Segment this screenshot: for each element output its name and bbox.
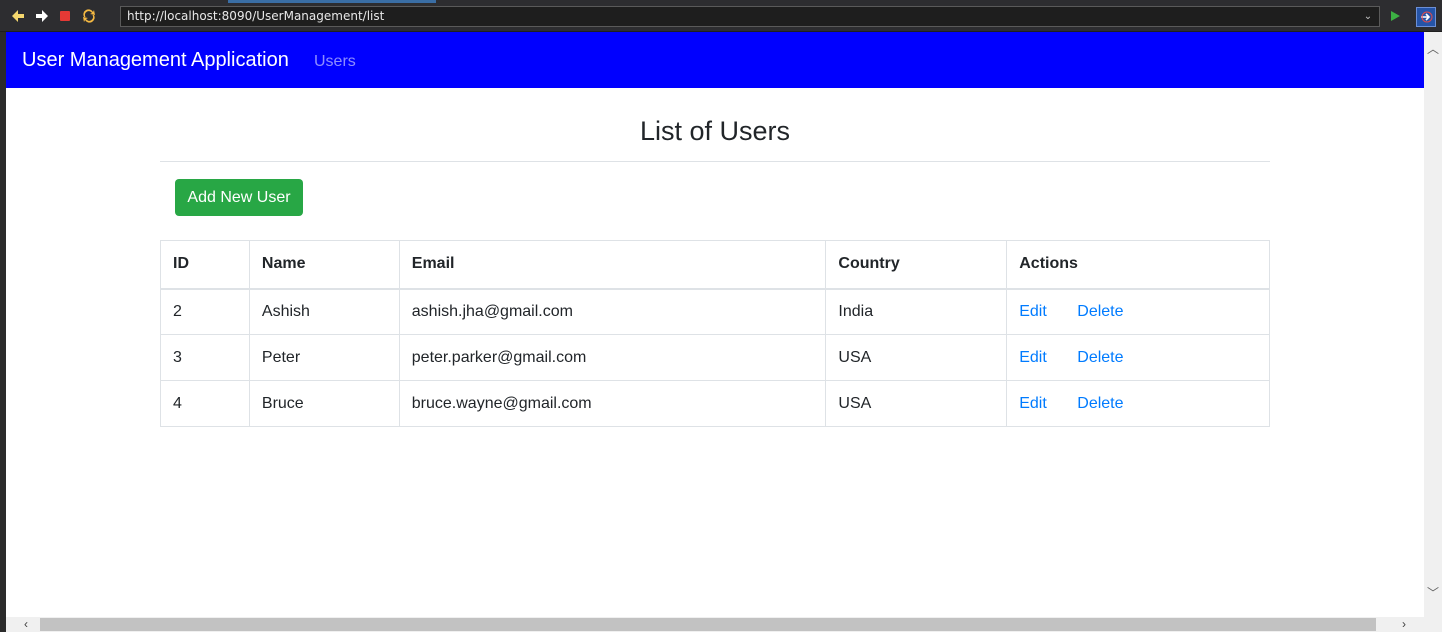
edit-link[interactable]: Edit <box>1019 395 1047 412</box>
refresh-icon[interactable] <box>81 8 97 24</box>
edit-link[interactable]: Edit <box>1019 303 1047 320</box>
horizontal-scrollbar[interactable]: ‹ › <box>6 617 1424 632</box>
header-name: Name <box>248 240 400 290</box>
back-arrow-icon[interactable] <box>10 8 26 24</box>
table-row: 4 Bruce bruce.wayne@gmail.com USA Edit D… <box>160 380 1270 427</box>
users-table: ID Name Email Country Actions 2 Ashish a… <box>160 240 1270 427</box>
divider <box>160 161 1270 162</box>
table-row: 2 Ashish ashish.jha@gmail.com India Edit… <box>160 288 1270 335</box>
cell-country: USA <box>825 380 1008 427</box>
vertical-scrollbar[interactable]: ︿ ﹀ <box>1424 32 1442 617</box>
delete-link[interactable]: Delete <box>1077 303 1123 320</box>
cell-name: Peter <box>248 334 400 381</box>
cell-email: ashish.jha@gmail.com <box>398 288 827 335</box>
url-text: http://localhost:8090/UserManagement/lis… <box>127 9 385 23</box>
url-input[interactable]: http://localhost:8090/UserManagement/lis… <box>120 6 1380 27</box>
stop-icon[interactable] <box>57 8 73 24</box>
forward-arrow-icon[interactable] <box>34 8 50 24</box>
scroll-right-icon[interactable]: › <box>1394 617 1414 632</box>
page-title: List of Users <box>639 116 791 146</box>
add-new-user-button[interactable]: Add New User <box>175 179 303 216</box>
scrollbar-thumb[interactable] <box>40 618 1376 631</box>
scroll-left-icon[interactable]: ‹ <box>16 617 36 632</box>
go-icon[interactable] <box>1387 8 1403 24</box>
scroll-down-icon[interactable]: ﹀ <box>1424 584 1442 602</box>
cell-actions: Edit Delete <box>1006 288 1270 335</box>
cell-id: 3 <box>160 334 250 381</box>
cell-name: Ashish <box>248 288 400 335</box>
header-id: ID <box>160 240 250 290</box>
navbar: User Management Application Users <box>6 32 1424 88</box>
page-viewport: User Management Application Users List o… <box>6 32 1424 617</box>
cell-email: bruce.wayne@gmail.com <box>398 380 827 427</box>
chevron-down-icon[interactable]: ⌄ <box>1361 7 1375 26</box>
delete-link[interactable]: Delete <box>1077 395 1123 412</box>
cell-actions: Edit Delete <box>1006 380 1270 427</box>
extension-icon[interactable] <box>1416 7 1436 27</box>
active-tab-indicator <box>228 0 436 3</box>
cell-id: 2 <box>160 288 250 335</box>
cell-email: peter.parker@gmail.com <box>398 334 827 381</box>
cell-actions: Edit Delete <box>1006 334 1270 381</box>
cell-name: Bruce <box>248 380 400 427</box>
header-actions: Actions <box>1006 240 1270 290</box>
nav-link-users[interactable]: Users <box>314 52 356 72</box>
header-email: Email <box>398 240 827 290</box>
delete-link[interactable]: Delete <box>1077 349 1123 366</box>
cell-country: USA <box>825 334 1008 381</box>
table-header-row: ID Name Email Country Actions <box>160 240 1270 290</box>
navbar-brand[interactable]: User Management Application <box>22 48 289 72</box>
edit-link[interactable]: Edit <box>1019 349 1047 366</box>
scrollbar-corner <box>1424 617 1442 632</box>
browser-toolbar: http://localhost:8090/UserManagement/lis… <box>0 0 1442 32</box>
cell-id: 4 <box>160 380 250 427</box>
scroll-up-icon[interactable]: ︿ <box>1424 40 1442 58</box>
header-country: Country <box>825 240 1008 290</box>
cell-country: India <box>825 288 1008 335</box>
table-row: 3 Peter peter.parker@gmail.com USA Edit … <box>160 334 1270 381</box>
